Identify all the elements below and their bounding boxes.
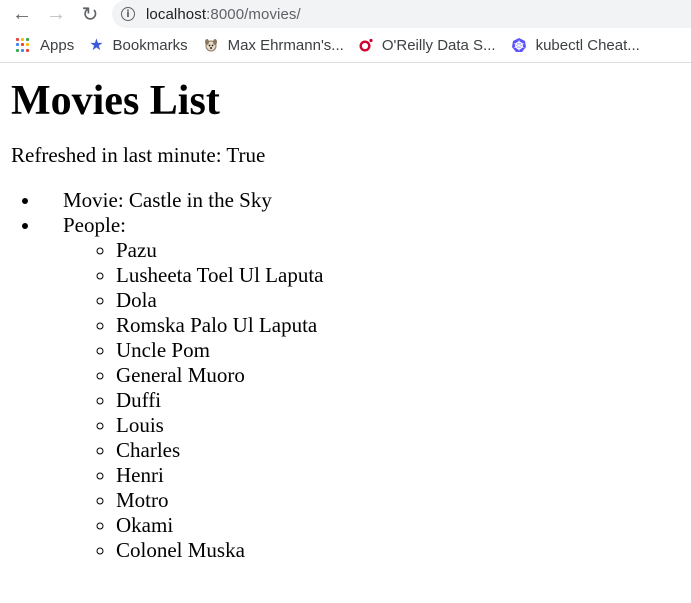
person-item: Louis xyxy=(116,413,691,438)
person-item: Henri xyxy=(116,463,691,488)
person-item: Dola xyxy=(116,288,691,313)
refresh-status: Refreshed in last minute: True xyxy=(11,143,266,168)
movie-list: Movie: Castle in the Sky People: PazuLus… xyxy=(11,188,691,563)
url-host: localhost xyxy=(146,5,207,23)
person-item: Okami xyxy=(116,513,691,538)
reload-button[interactable]: ↻ xyxy=(73,0,107,28)
page-content: Movies List Refreshed in last minute: Tr… xyxy=(0,77,691,563)
person-item: Motro xyxy=(116,488,691,513)
oreilly-icon xyxy=(359,38,373,52)
person-item: Romska Palo Ul Laputa xyxy=(116,313,691,338)
reload-icon: ↻ xyxy=(81,3,99,26)
bookmark-max-ehrmann[interactable]: Max Ehrmann's... xyxy=(203,37,344,54)
people-item: People: PazuLusheeta Toel Ul LaputaDolaR… xyxy=(41,213,691,563)
bookmark-label: Apps xyxy=(40,36,75,54)
bookmark-bookmarks[interactable]: ★ Bookmarks xyxy=(89,35,187,55)
person-item: Duffi xyxy=(116,388,691,413)
browser-toolbar: ← → ↻ i localhost:8000/movies/ xyxy=(0,0,691,28)
bookmark-label: Max Ehrmann's... xyxy=(227,36,344,54)
page-title: Movies List xyxy=(11,78,220,124)
url-text[interactable]: localhost:8000/movies/ xyxy=(146,6,301,23)
person-item: Lusheeta Toel Ul Laputa xyxy=(116,263,691,288)
bookmark-kubectl[interactable]: kubectl Cheat... xyxy=(511,37,640,54)
person-item: Colonel Muska xyxy=(116,538,691,563)
bookmark-label: Bookmarks xyxy=(112,36,188,54)
person-item: Uncle Pom xyxy=(116,338,691,363)
person-item: General Muoro xyxy=(116,363,691,388)
bookmark-label: O'Reilly Data S... xyxy=(381,36,496,54)
info-icon[interactable]: i xyxy=(121,7,135,21)
forward-button[interactable]: → xyxy=(39,0,73,28)
bookmarks-bar: Apps ★ Bookmarks Max Ehrmann's... O'Reil… xyxy=(0,28,691,63)
people-label: People: xyxy=(63,213,126,238)
arrow-left-icon: ← xyxy=(12,2,32,25)
back-button[interactable]: ← xyxy=(5,0,39,28)
url-path: :8000/movies/ xyxy=(206,5,301,23)
movie-item: Movie: Castle in the Sky xyxy=(41,188,691,213)
arrow-right-icon: → xyxy=(46,2,66,25)
address-bar[interactable]: i localhost:8000/movies/ xyxy=(112,0,691,28)
bookmark-apps[interactable]: Apps xyxy=(16,37,74,54)
apps-grid-icon xyxy=(16,37,31,53)
dog-icon xyxy=(203,37,219,53)
bookmark-label: kubectl Cheat... xyxy=(535,36,640,54)
people-list: PazuLusheeta Toel Ul LaputaDolaRomska Pa… xyxy=(63,238,691,563)
star-icon: ★ xyxy=(89,37,104,54)
bookmark-oreilly[interactable]: O'Reilly Data S... xyxy=(359,37,496,54)
person-item: Charles xyxy=(116,438,691,463)
person-item: Pazu xyxy=(116,238,691,263)
kubernetes-icon xyxy=(511,37,527,53)
